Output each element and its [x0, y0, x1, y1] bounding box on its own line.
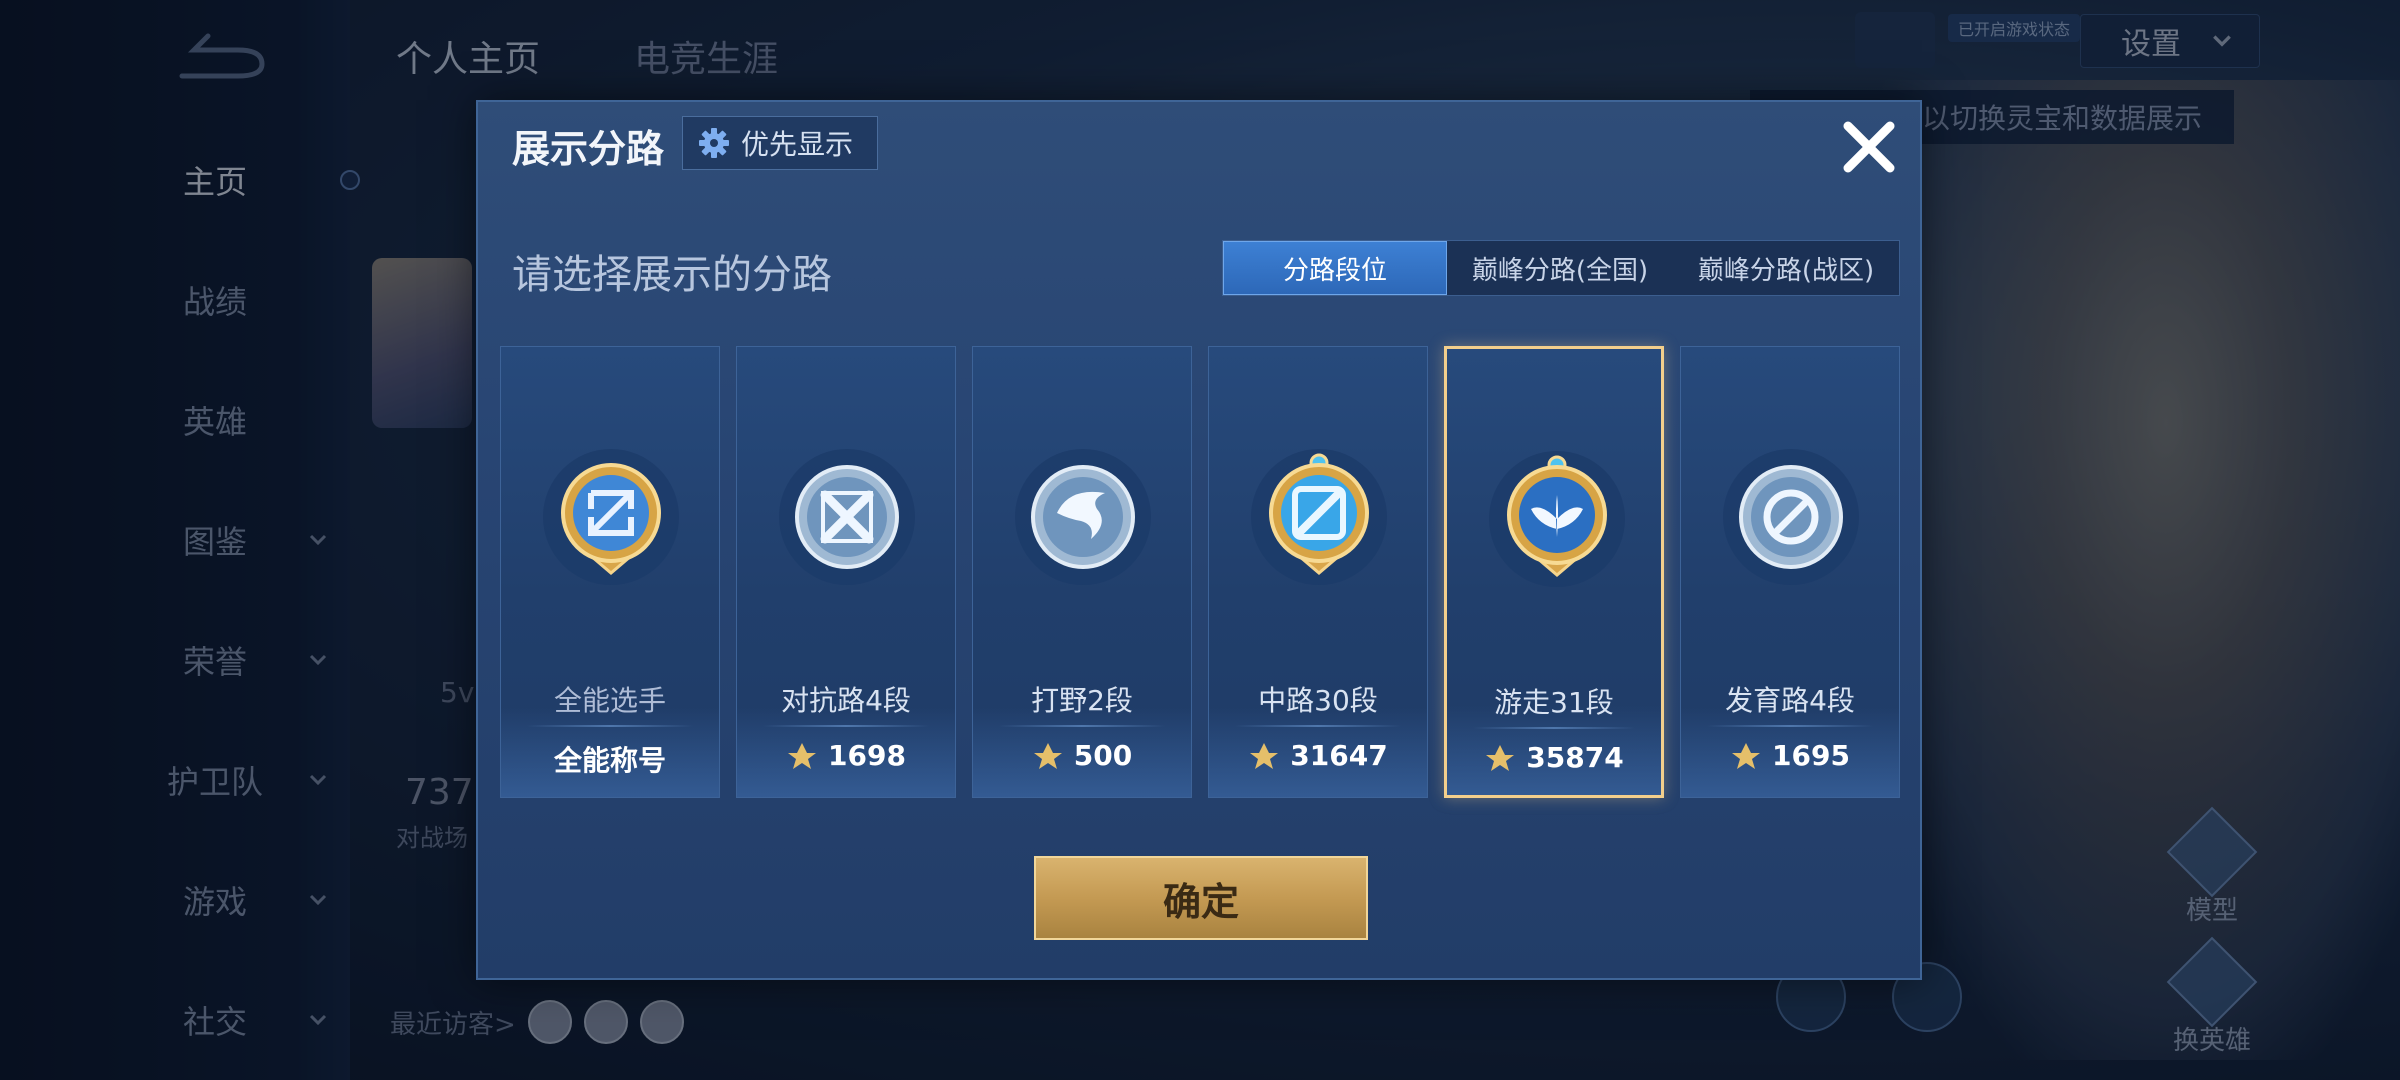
lane-name: 全能选手 — [553, 684, 666, 717]
jungle-badge-icon — [1015, 449, 1151, 585]
lane-name: 打野2段 — [1031, 684, 1133, 717]
lane-value: 31647 — [1290, 739, 1388, 772]
dialog-subtitle: 请选择展示的分路 — [512, 252, 832, 298]
lane-stat: 1695 — [1681, 739, 1899, 772]
lane-card-roam[interactable]: 游走31段 35874 — [1444, 346, 1664, 798]
tab-peak-national[interactable]: 巅峰分路(全国) — [1447, 241, 1673, 295]
lane-value: 500 — [1073, 739, 1133, 772]
lane-name: 发育路4段 — [1725, 684, 1855, 717]
peak-points-icon — [1033, 742, 1062, 769]
lane-card-carry[interactable]: 发育路4段 1695 — [1680, 346, 1900, 798]
lane-name: 中路30段 — [1258, 684, 1378, 717]
lane-stat: 35874 — [1447, 741, 1661, 774]
divider — [1235, 725, 1401, 727]
lane-card-jungle[interactable]: 打野2段 500 — [972, 346, 1192, 798]
lane-card-clash[interactable]: 对抗路4段 1698 — [736, 346, 956, 798]
lane-stat: 500 — [973, 739, 1191, 772]
divider — [1473, 727, 1635, 729]
tab-peak-region[interactable]: 巅峰分路(战区) — [1673, 241, 1899, 295]
peak-points-icon — [1486, 744, 1515, 771]
peak-points-icon — [1732, 742, 1761, 769]
lane-value: 1695 — [1772, 739, 1850, 772]
lane-name: 游走31段 — [1494, 686, 1614, 719]
close-icon[interactable] — [1834, 112, 1904, 182]
lane-stat: 全能称号 — [501, 739, 719, 779]
lane-card-list: 全能选手 全能称号 对抗路4段 1698 打野2段 500 中路30段 3164… — [500, 346, 1904, 798]
lane-name: 对抗路4段 — [781, 684, 911, 717]
divider — [763, 725, 929, 727]
roam-badge-icon — [1489, 451, 1625, 587]
tab-lane-rank[interactable]: 分路段位 — [1223, 241, 1447, 295]
lane-card-mid[interactable]: 中路30段 31647 — [1208, 346, 1428, 798]
allround-badge-icon — [543, 449, 679, 585]
priority-display-label: 优先显示 — [741, 128, 854, 161]
gear-icon — [699, 128, 729, 158]
clash-lane-badge-icon — [779, 449, 915, 585]
dialog-title: 展示分路 — [512, 127, 665, 171]
lane-card-allround[interactable]: 全能选手 全能称号 — [500, 346, 720, 798]
mid-lane-badge-icon — [1251, 449, 1387, 585]
confirm-button[interactable]: 确定 — [1034, 856, 1368, 940]
lane-stat: 31647 — [1209, 739, 1427, 772]
divider — [999, 725, 1165, 727]
peak-points-icon — [788, 742, 817, 769]
lane-value: 35874 — [1526, 741, 1624, 774]
divider — [1707, 725, 1873, 727]
carry-lane-badge-icon — [1723, 449, 1859, 585]
priority-display-button[interactable]: 优先显示 — [682, 116, 878, 170]
peak-points-icon — [1250, 742, 1279, 769]
lane-display-dialog: 展示分路 优先显示 请选择展示的分路 分路段位 巅峰分路(全国) 巅峰分路(战区… — [476, 100, 1922, 980]
divider — [527, 725, 693, 727]
lane-value: 1698 — [828, 739, 906, 772]
lane-stat: 1698 — [737, 739, 955, 772]
confirm-label: 确定 — [1162, 879, 1239, 924]
lane-mode-tabs: 分路段位 巅峰分路(全国) 巅峰分路(战区) — [1222, 240, 1900, 296]
lane-value: 全能称号 — [553, 744, 666, 777]
